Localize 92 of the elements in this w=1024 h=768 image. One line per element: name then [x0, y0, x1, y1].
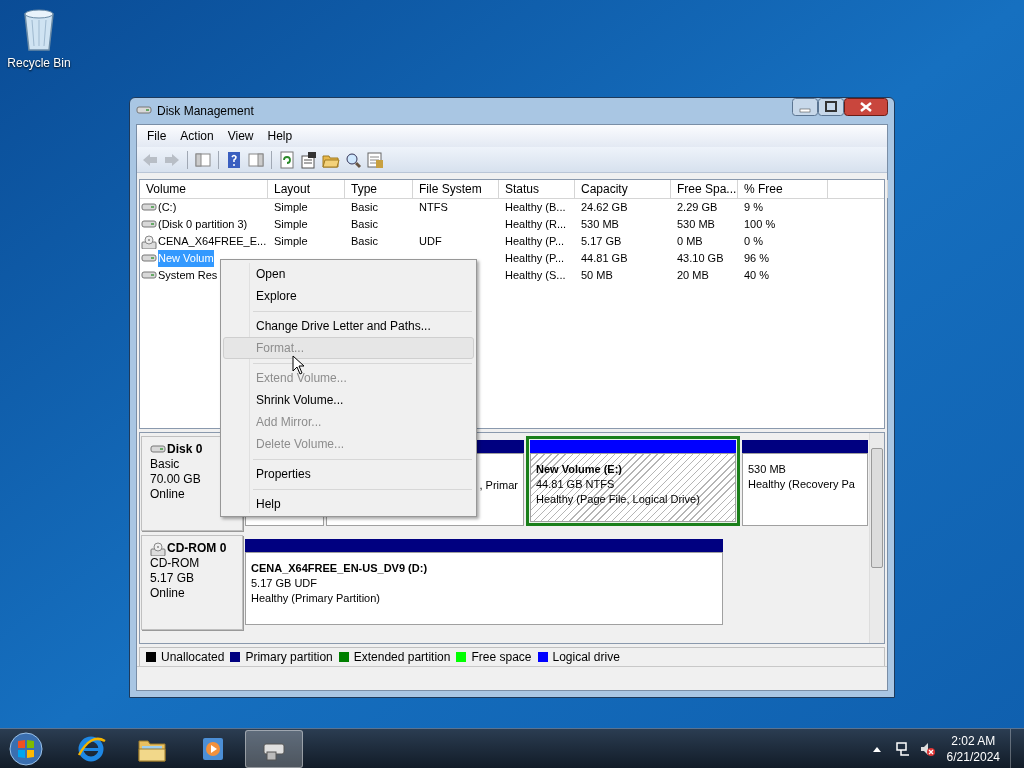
- column-header[interactable]: Free Spa...: [671, 180, 738, 198]
- legend-label: Logical drive: [552, 649, 620, 666]
- table-cell-text: Simple: [274, 200, 308, 216]
- checklist-icon[interactable]: [366, 150, 384, 169]
- table-cell-text: 100 %: [744, 217, 776, 233]
- drive-name[interactable]: (C:): [158, 199, 177, 216]
- table-cell-text: UDF: [419, 234, 442, 250]
- taskbar-button[interactable]: [245, 729, 303, 768]
- table-cell-text: Simple: [274, 217, 308, 233]
- partition-title: CENA_X64FREE_EN-US_DV9 (D:): [251, 561, 429, 576]
- maximize-button[interactable]: [818, 98, 844, 116]
- table-cell-text: 5.17 GB: [581, 234, 622, 250]
- legend-label: Extended partition: [353, 649, 451, 666]
- mouse-pointer-icon: [292, 355, 305, 375]
- cd-drive-icon: [150, 541, 166, 556]
- table-cell-text: Healthy (P...: [505, 251, 565, 267]
- column-header[interactable]: Type: [345, 180, 413, 198]
- table-cell-text: 2.29 GB: [677, 200, 718, 216]
- partition-detail: 44.81 GB NTFS: [536, 477, 616, 492]
- table-cell-text: Healthy (R...: [505, 217, 567, 233]
- table-cell-text: 530 MB: [677, 217, 715, 233]
- table-cell-text: 40 %: [744, 268, 770, 284]
- clock-time: 2:02 AM: [951, 732, 996, 749]
- table-cell-text: Healthy (B...: [505, 200, 566, 216]
- disk-type: Basic: [150, 457, 181, 472]
- drive-name[interactable]: CENA_X64FREE_E...: [158, 233, 267, 250]
- legend-label: Primary partition: [245, 649, 333, 666]
- table-cell-text: Basic: [351, 200, 378, 216]
- table-cell-text: Basic: [351, 217, 378, 233]
- column-header[interactable]: Status: [499, 180, 575, 198]
- refresh-icon[interactable]: [278, 150, 296, 169]
- column-header[interactable]: Layout: [268, 180, 345, 198]
- table-cell-text: 50 MB: [581, 268, 613, 284]
- menu-option[interactable]: Explore: [223, 285, 474, 307]
- column-header[interactable]: Volume: [140, 180, 268, 198]
- partition-detail: Healthy (Primary Partition): [251, 591, 381, 606]
- cd-drive-icon: [141, 234, 157, 249]
- table-cell-text: 9 %: [744, 200, 763, 216]
- menu-item[interactable]: File: [141, 127, 173, 145]
- partition-title: New Volume (E:): [536, 462, 623, 477]
- disk-size: 70.00 GB: [150, 472, 202, 487]
- table-cell-text: NTFS: [419, 200, 448, 216]
- table-cell-text: 20 MB: [677, 268, 709, 284]
- console-tree-icon[interactable]: [194, 150, 212, 169]
- menu-option[interactable]: Open: [223, 263, 474, 285]
- menu-item[interactable]: Help: [261, 127, 299, 145]
- clock-date: 6/21/2024: [946, 748, 1000, 765]
- disk-status: Online: [150, 487, 186, 502]
- table-cell-text: 96 %: [744, 251, 770, 267]
- menu-option[interactable]: Shrink Volume...: [223, 389, 474, 411]
- legend-label: Unallocated: [161, 649, 225, 666]
- legend-label: Free space: [471, 649, 532, 666]
- column-header[interactable]: % Free: [738, 180, 828, 198]
- network-icon[interactable]: [894, 740, 911, 757]
- partition[interactable]: New Volume (E:) 44.81 GB NTFS Healthy (Page File, Logical Drive): [526, 436, 740, 526]
- table-cell-text: 44.81 GB: [581, 251, 628, 267]
- table-cell-text: Healthy (P...: [505, 234, 565, 250]
- table-cell-text: 0 %: [744, 234, 763, 250]
- partition-detail: , Primar: [479, 478, 518, 493]
- table-cell-text: 0 MB: [677, 234, 703, 250]
- table-cell-text: Simple: [274, 234, 308, 250]
- properties-icon[interactable]: [300, 150, 318, 169]
- magnifier-icon[interactable]: [344, 150, 362, 169]
- scrollbar[interactable]: [869, 433, 884, 643]
- drive-name[interactable]: (Disk 0 partition 3): [158, 216, 248, 233]
- disk-size: 5.17 GB: [150, 571, 196, 586]
- menu-item[interactable]: Action: [174, 127, 220, 145]
- clock[interactable]: 2:02 AM 6/21/2024: [946, 732, 1000, 765]
- menu-item[interactable]: View: [221, 127, 260, 145]
- partition-detail: Healthy (Recovery Pa: [748, 477, 856, 492]
- partition-detail: 530 MB: [748, 462, 787, 477]
- disk-info-panel[interactable]: CD-ROM 0 CD-ROM 5.17 GB Online: [141, 535, 243, 630]
- column-header[interactable]: Capacity: [575, 180, 671, 198]
- close-button[interactable]: [844, 98, 888, 116]
- disk-name: CD-ROM 0: [167, 541, 227, 556]
- menu-option[interactable]: Change Drive Letter and Paths...: [223, 315, 474, 337]
- column-header[interactable]: File System: [413, 180, 499, 198]
- partition-detail: 5.17 GB UDF: [251, 576, 319, 591]
- disk-name: Disk 0: [167, 442, 203, 457]
- partition-detail: Healthy (Page File, Logical Drive): [536, 492, 701, 507]
- table-cell-text: 24.62 GB: [581, 200, 628, 216]
- help-icon[interactable]: [225, 150, 243, 169]
- recycle-bin-label[interactable]: Recycle Bin: [7, 54, 71, 72]
- drive-name[interactable]: System Res: [158, 267, 218, 284]
- table-cell-text: 43.10 GB: [677, 251, 724, 267]
- window-title: Disk Management: [157, 103, 255, 120]
- disk-status: Online: [150, 586, 186, 601]
- table-cell-text: Healthy (S...: [505, 268, 566, 284]
- table-cell-text: Basic: [351, 234, 378, 250]
- disk-type: CD-ROM: [150, 556, 201, 571]
- action-pane-icon[interactable]: [247, 150, 265, 169]
- table-cell-text: 530 MB: [581, 217, 619, 233]
